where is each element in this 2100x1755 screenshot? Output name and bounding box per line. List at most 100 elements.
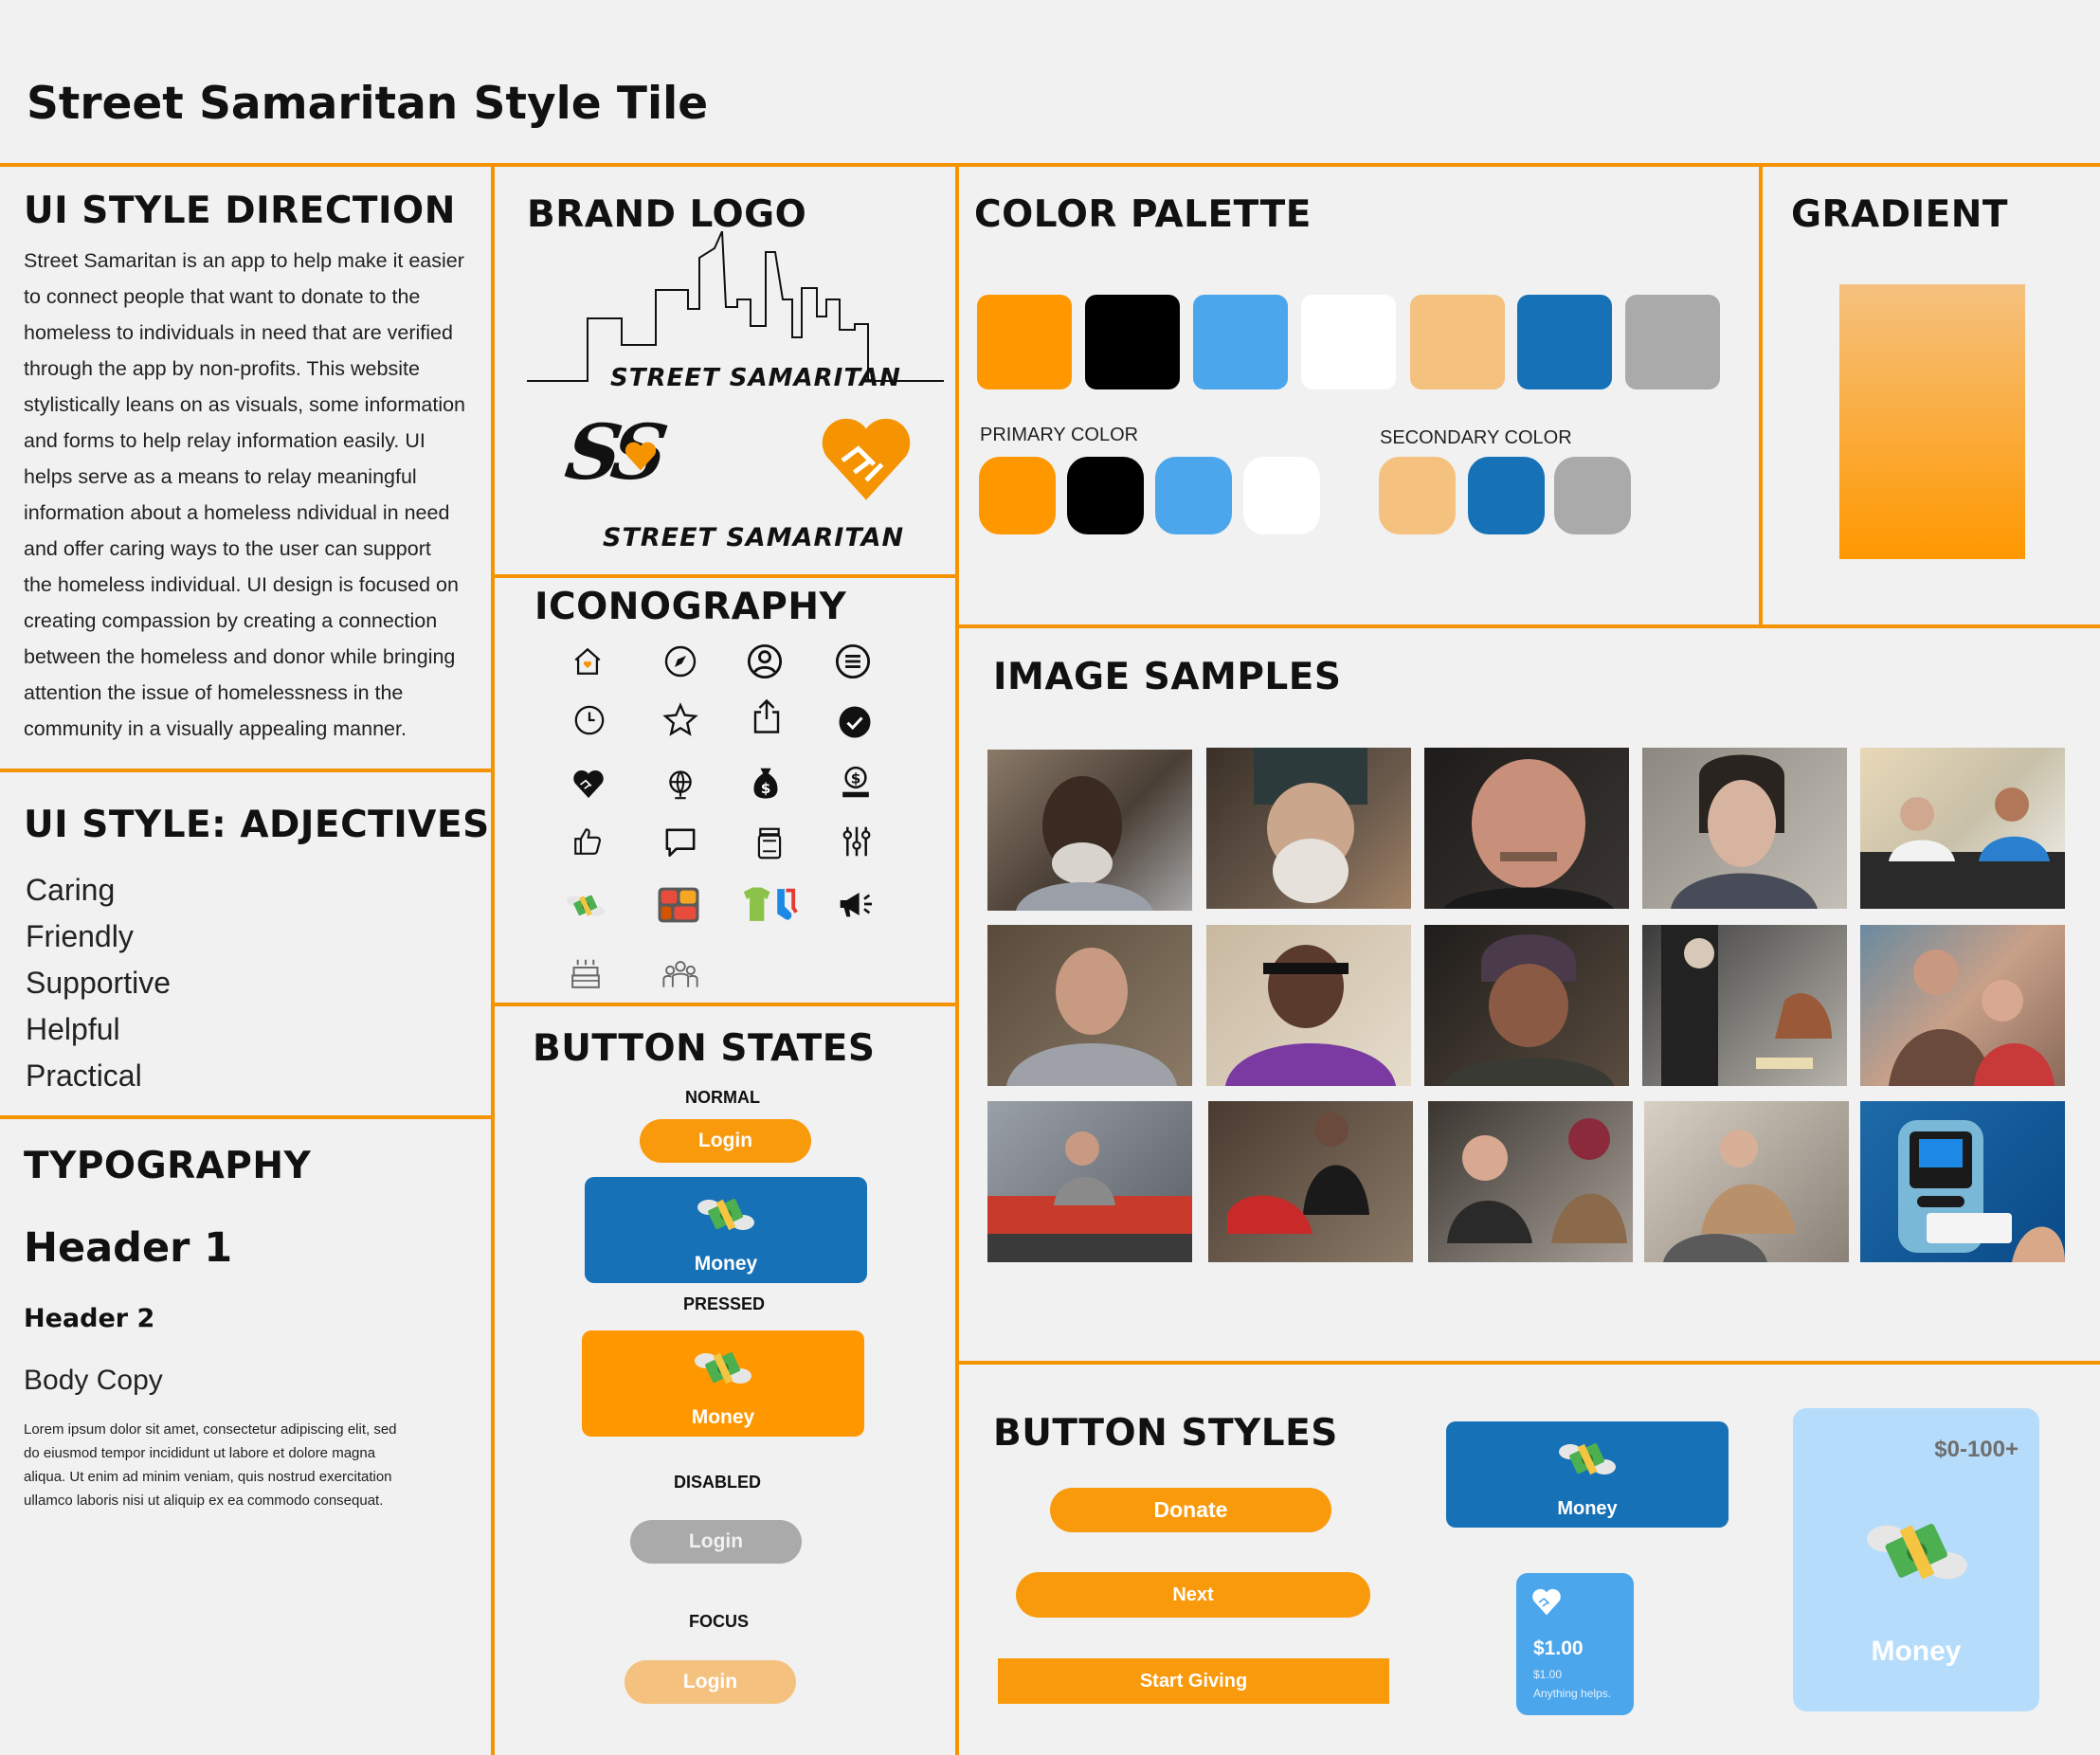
svg-text:$: $ <box>761 780 771 797</box>
direction-line: homeless to individuals in need that are… <box>24 321 453 344</box>
direction-line: community in a visually appealing manner… <box>24 717 407 740</box>
home-heart-icon <box>569 642 606 680</box>
heart-hands-logo-icon <box>822 418 911 500</box>
money-button-style[interactable]: Money <box>1446 1421 1729 1528</box>
photo-sample <box>987 1101 1192 1262</box>
secondary-swatch <box>1554 457 1631 534</box>
photo-sample <box>1208 1101 1413 1262</box>
adjective-item: Caring <box>26 873 116 907</box>
start-giving-button[interactable]: Start Giving <box>998 1658 1389 1704</box>
color-swatch <box>1085 295 1180 389</box>
image-samples-heading: IMAGE SAMPLES <box>993 656 1342 698</box>
heart-hands-icon <box>1532 1588 1561 1616</box>
divider <box>491 163 495 1755</box>
money-button-label: Money <box>694 1253 758 1275</box>
logo-wordmark-top: STREET SAMARITAN <box>610 364 901 392</box>
donation-icon: $ <box>837 764 875 802</box>
gradient-heading: GRADIENT <box>1791 193 2008 236</box>
clothes-icon <box>739 885 798 925</box>
divider <box>491 1003 955 1006</box>
heart-hands-icon <box>570 766 607 804</box>
card-sub-amount: $1.00 <box>1533 1668 1563 1681</box>
primary-swatch <box>1155 457 1232 534</box>
lorem-line: aliqua. Ut enim ad minim veniam, quis no… <box>24 1469 392 1485</box>
direction-line: through the app by non-profits. This web… <box>24 357 420 380</box>
login-button-normal[interactable]: Login <box>640 1119 811 1163</box>
flying-money-icon <box>567 887 605 925</box>
money-button-label: Money <box>1557 1498 1618 1519</box>
user-circle-icon <box>746 642 784 680</box>
thumbs-up-icon <box>569 823 606 860</box>
adjective-list: Caring Friendly Supportive Helpful Pract… <box>26 867 171 1099</box>
photo-sample <box>987 925 1192 1086</box>
brand-heading: BRAND LOGO <box>527 193 807 236</box>
money-button-normal[interactable]: Money <box>585 1177 867 1283</box>
photo-sample <box>1206 925 1411 1086</box>
color-swatch <box>1517 295 1612 389</box>
direction-line: information about a homeless ndividual i… <box>24 501 450 524</box>
globe-icon <box>661 766 699 804</box>
money-label: Money <box>1871 1636 1962 1667</box>
flying-money-icon <box>697 1199 754 1231</box>
normal-label: NORMAL <box>685 1088 760 1107</box>
photo-sample <box>1642 925 1847 1086</box>
direction-line: and offer caring ways to the user can su… <box>24 537 431 560</box>
photo-sample <box>1860 925 2065 1086</box>
body-copy-sample: Body Copy <box>24 1365 163 1396</box>
direction-line: Street Samaritan is an app to help make … <box>24 249 464 272</box>
star-icon <box>661 701 699 739</box>
divider <box>1759 163 1763 627</box>
color-swatch <box>977 295 1072 389</box>
money-button-pressed[interactable]: Money <box>582 1330 864 1437</box>
photo-sample <box>1206 748 1411 909</box>
iconography-heading: ICONOGRAPHY <box>534 586 847 628</box>
chat-icon <box>661 824 699 862</box>
menu-circle-icon <box>834 642 872 680</box>
primary-color-label: PRIMARY COLOR <box>980 425 1139 445</box>
jar-icon <box>751 824 788 862</box>
button-styles-heading: BUTTON STYLES <box>993 1412 1338 1455</box>
adjective-item: Supportive <box>26 966 171 1000</box>
donate-button[interactable]: Donate <box>1050 1488 1331 1532</box>
direction-line: creating compassion by creating a connec… <box>24 609 438 632</box>
card-note: Anything helps. <box>1533 1687 1612 1700</box>
money-amount-card[interactable]: $0-100+ Money <box>1793 1408 2039 1711</box>
divider <box>491 574 955 578</box>
login-button-focus[interactable]: Login <box>625 1660 796 1704</box>
logo-wordmark-bottom: STREET SAMARITAN <box>603 523 905 552</box>
divider <box>0 163 2100 167</box>
header1-sample: Header 1 <box>24 1224 233 1272</box>
money-button-label: Money <box>691 1406 755 1428</box>
page-title: Street Samaritan Style Tile <box>27 78 709 130</box>
svg-text:$: $ <box>851 770 861 787</box>
share-icon <box>748 697 786 735</box>
amount-range: $0-100+ <box>1934 1437 2019 1462</box>
money-bag-icon: $ <box>747 764 785 802</box>
check-circle-icon <box>836 703 874 741</box>
direction-line: and forms to help relay information easi… <box>24 429 425 452</box>
next-button[interactable]: Next <box>1016 1572 1370 1618</box>
divider <box>955 1361 2100 1365</box>
card-amount: $1.00 <box>1533 1637 1584 1659</box>
typography-heading: TYPOGRAPHY <box>24 1145 312 1187</box>
direction-line: between the homeless and donor while bri… <box>24 645 456 668</box>
direction-line: helps serve as a means to relay meaningf… <box>24 465 417 488</box>
lorem-line: Lorem ipsum dolor sit amet, consectetur … <box>24 1421 397 1438</box>
secondary-swatch <box>1379 457 1456 534</box>
focus-label: FOCUS <box>689 1612 749 1631</box>
clock-icon <box>570 701 608 739</box>
login-button-disabled[interactable]: Login <box>630 1520 802 1564</box>
flying-money-icon <box>1867 1524 1967 1580</box>
direction-line: to connect people that want to donate to… <box>24 285 421 308</box>
adjective-item: Helpful <box>26 1012 120 1046</box>
lorem-text: Lorem ipsum dolor sit amet, consectetur … <box>24 1418 397 1512</box>
divider <box>955 163 959 1755</box>
megaphone-icon <box>838 885 876 923</box>
color-swatch <box>1193 295 1288 389</box>
flying-money-icon <box>1559 1443 1616 1475</box>
donation-amount-card[interactable]: $1.00 $1.00 Anything helps. <box>1516 1573 1634 1715</box>
photo-sample <box>1428 1101 1633 1262</box>
photo-sample <box>987 750 1192 911</box>
direction-heading: UI STYLE DIRECTION <box>24 190 456 232</box>
adjective-item: Practical <box>26 1058 142 1093</box>
